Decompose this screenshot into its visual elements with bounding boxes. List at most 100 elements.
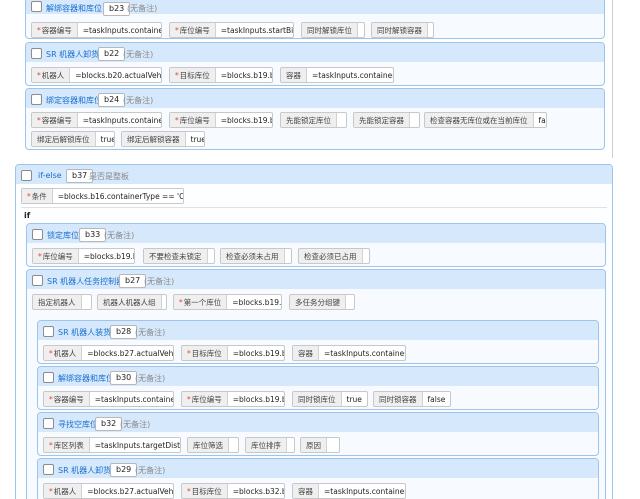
field-bin-filter[interactable]: 库位筛选	[187, 437, 239, 453]
field-container[interactable]: 容器 =taskInputs.containerId	[280, 67, 394, 83]
field-robot-group[interactable]: 机器人机器人组	[97, 294, 167, 310]
block-title[interactable]: SR 机器人卸货	[58, 465, 111, 476]
block-if-else-b37[interactable]: if-else b37 是否是整板 * 条件 =blocks.b16.contai…	[15, 164, 613, 499]
block-sr-unload-b22[interactable]: SR 机器人卸货 b22 (无备注) * 机器人 =blocks.b20.actu…	[25, 42, 605, 86]
field-target-bin[interactable]: *目标库位 =blocks.b19.bin	[169, 67, 273, 83]
block-checkbox[interactable]	[21, 170, 32, 181]
block-title[interactable]: 解绑容器和库位	[58, 373, 114, 384]
field-value[interactable]: =blocks.b19.bin	[228, 346, 284, 360]
block-title[interactable]: SR 机器人装货	[58, 327, 111, 338]
block-checkbox[interactable]	[43, 418, 54, 429]
field-bin-no[interactable]: *库位编号 =taskInputs.startBinId	[169, 22, 294, 38]
field-bin-sort[interactable]: 库位排序	[245, 437, 295, 453]
field-value[interactable]: =taskInputs.containerId	[90, 392, 173, 406]
field-check-occupied[interactable]: 检查必须已占用	[298, 248, 370, 264]
block-title[interactable]: if-else	[38, 171, 62, 180]
field-bin-no[interactable]: *库位编号 =blocks.b19.bin	[169, 112, 273, 128]
field-bin-no[interactable]: *库位编号 =blocks.b19.bin	[181, 391, 285, 407]
field-value[interactable]: =blocks.b19.bin	[228, 392, 284, 406]
block-find-empty-bin-b32[interactable]: 寻找空库位 b32 (无备注) * 库区列表 =taskInputs.target…	[37, 412, 599, 456]
block-unbind-container-b23[interactable]: 解绑容器和库位 b23 (无备注) * 容器编号 =taskInputs.cont…	[25, 0, 605, 39]
field-value[interactable]: =blocks.b27.actualVehicle	[82, 484, 173, 498]
field-value[interactable]: true	[96, 132, 115, 146]
field-container[interactable]: 容器 =taskInputs.containerId	[292, 345, 406, 361]
field-unlock-bin[interactable]: 同时解锁库位	[301, 22, 365, 38]
block-checkbox[interactable]	[31, 1, 42, 12]
field-unlock-bin-after[interactable]: 绑定后解锁库位 true	[31, 131, 115, 147]
field-value[interactable]: =blocks.b27.actualVehicle	[82, 346, 173, 360]
required-mark: *	[49, 394, 53, 404]
field-value[interactable]: false	[423, 392, 451, 406]
field-value[interactable]: =taskInputs.containerId	[78, 113, 161, 127]
field-unlock-container-after[interactable]: 绑定后解锁容器 true	[121, 131, 205, 147]
field-multi-task-group[interactable]: 多任务分组键	[289, 294, 355, 310]
field-robot[interactable]: *机器人 =blocks.b27.actualVehicle	[43, 345, 174, 361]
field-value[interactable]: =blocks.b16.containerType == 'C001'	[53, 189, 183, 203]
block-unbind-container-b30[interactable]: 解绑容器和库位 b30 (无备注) * 容器编号 =taskInputs.cont…	[37, 366, 599, 410]
field-robot[interactable]: *机器人 =blocks.b27.actualVehicle	[43, 483, 174, 499]
block-checkbox[interactable]	[43, 372, 54, 383]
block-title[interactable]: SR 机器人任务控制器	[47, 276, 124, 287]
field-value[interactable]: =blocks.b19.bin	[216, 113, 272, 127]
field-lock-bin-same[interactable]: 同时锁库位 true	[292, 391, 368, 407]
field-value[interactable]: =taskInputs.containerId	[319, 484, 405, 498]
field-assign-robot[interactable]: 指定机器人	[32, 294, 92, 310]
block-note: (无备注)	[123, 96, 154, 105]
field-reason[interactable]: 原因	[300, 437, 340, 453]
field-check-unoccupied[interactable]: 检查必须未占用	[220, 248, 292, 264]
field-value[interactable]: =taskInputs.containerId	[78, 23, 161, 37]
block-sr-unload-b29[interactable]: SR 机器人卸货 b29 (无备注) * 机器人 =blocks.b27.actu…	[37, 458, 599, 499]
field-value[interactable]: =taskInputs.containerId	[307, 68, 393, 82]
block-title[interactable]: SR 机器人卸货	[46, 49, 99, 60]
field-target-bin[interactable]: *目标库位 =blocks.b32.bin	[181, 483, 285, 499]
block-title[interactable]: 锁定库位	[47, 230, 79, 241]
field-district-list[interactable]: *库区列表 =taskInputs.targetDistrictId	[43, 437, 181, 453]
field-first-bin[interactable]: *第一个库位 =blocks.b19.bin	[173, 294, 282, 310]
field-value[interactable]: =blocks.b20.actualVehicle	[70, 68, 161, 82]
field-unlock-container[interactable]: 同时解锁容器	[371, 22, 434, 38]
field-value[interactable]: true	[342, 392, 368, 406]
required-mark: *	[179, 297, 183, 307]
field-no-check-locked[interactable]: 不要检查未锁定	[143, 248, 215, 264]
field-bin-no[interactable]: *库位编号 =blocks.b19.bin	[32, 248, 135, 264]
block-id-tag: b24	[98, 93, 126, 107]
field-check-container-bin[interactable]: 检查容器无库位或在当前库位 false	[424, 112, 547, 128]
field-value[interactable]: =taskInputs.containerId	[319, 346, 405, 360]
block-checkbox[interactable]	[31, 48, 42, 59]
block-checkbox[interactable]	[32, 275, 43, 286]
block-title[interactable]: 绑定容器和库位	[46, 95, 102, 106]
block-checkbox[interactable]	[31, 94, 42, 105]
field-value[interactable]: =blocks.b32.bin	[228, 484, 284, 498]
block-checkbox[interactable]	[43, 464, 54, 475]
field-container-no[interactable]: *容器编号 =taskInputs.containerId	[43, 391, 174, 407]
field-value[interactable]: =blocks.b19.bin	[227, 295, 281, 309]
field-lock-bin-first[interactable]: 先能锁定库位	[280, 112, 347, 128]
field-value[interactable]: =taskInputs.startBinId	[216, 23, 293, 37]
field-condition[interactable]: *条件 =blocks.b16.containerType == 'C001'	[21, 188, 184, 204]
field-container[interactable]: 容器 =taskInputs.containerId	[292, 483, 406, 499]
field-target-bin[interactable]: *目标库位 =blocks.b19.bin	[181, 345, 285, 361]
field-lock-container-first[interactable]: 先能锁定容器	[353, 112, 420, 128]
field-label: 检查必须未占用	[221, 249, 285, 263]
field-value[interactable]: true	[186, 132, 205, 146]
field-label: 同时锁库位	[293, 392, 342, 406]
field-robot[interactable]: *机器人 =blocks.b20.actualVehicle	[31, 67, 162, 83]
block-bind-container-b24[interactable]: 绑定容器和库位 b24 (无备注) * 容器编号 =taskInputs.cont…	[25, 88, 605, 150]
field-value[interactable]: =blocks.b19.bin	[79, 249, 134, 263]
field-lock-container-same[interactable]: 同时锁容器 false	[373, 391, 451, 407]
block-checkbox[interactable]	[43, 326, 54, 337]
required-mark: *	[27, 191, 31, 201]
field-container-no[interactable]: *容器编号 =taskInputs.containerId	[31, 22, 162, 38]
block-checkbox[interactable]	[32, 229, 43, 240]
block-id-tag: b30	[110, 371, 138, 385]
block-title[interactable]: 寻找空库位	[58, 419, 98, 430]
field-value[interactable]: false	[534, 113, 547, 127]
field-container-no[interactable]: *容器编号 =taskInputs.containerId	[31, 112, 162, 128]
field-value[interactable]: =blocks.b19.bin	[216, 68, 272, 82]
block-sr-controller-b27[interactable]: SR 机器人任务控制器 b27 (无备注) 指定机器人 机器人机器人组 * 第一个…	[26, 269, 606, 499]
block-sr-load-b28[interactable]: SR 机器人装货 b28 (无备注) * 机器人 =blocks.b27.actu…	[37, 320, 599, 364]
block-lock-bin-b33[interactable]: 锁定库位 b33 (无备注) *库位编号 =blocks.b19.bin 不要检…	[26, 223, 606, 267]
block-title[interactable]: 解绑容器和库位	[46, 3, 102, 14]
field-label: 库位编号	[179, 25, 210, 35]
field-value[interactable]: =taskInputs.targetDistrictId	[90, 438, 180, 452]
